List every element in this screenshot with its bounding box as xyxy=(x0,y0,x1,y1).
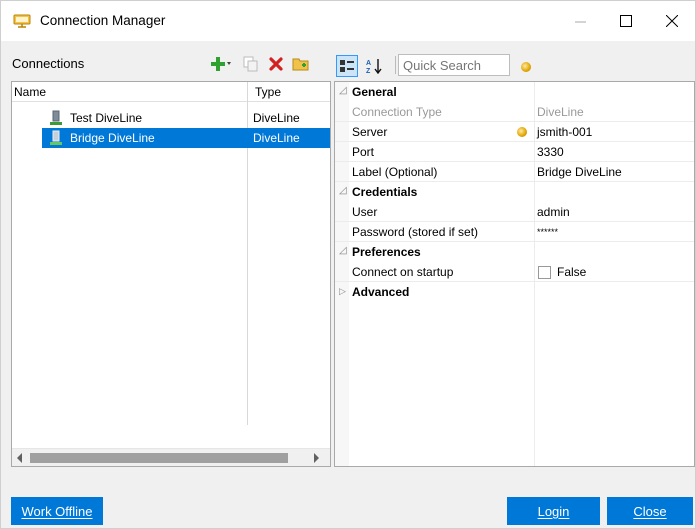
import-icon xyxy=(292,58,309,71)
property-value: DiveLine xyxy=(537,105,584,119)
scroll-left-icon[interactable] xyxy=(16,453,24,463)
property-password[interactable]: Password (stored if set) ****** xyxy=(335,222,694,242)
login-label: Login xyxy=(537,503,570,519)
svg-text:A: A xyxy=(366,60,371,67)
login-button[interactable]: Login xyxy=(507,497,600,525)
property-name: Connection Type xyxy=(352,105,442,119)
property-label[interactable]: Label (Optional) Bridge DiveLine xyxy=(335,162,694,182)
connection-type: DiveLine xyxy=(253,111,300,125)
property-value[interactable]: jsmith-001 xyxy=(537,125,592,139)
minimize-icon xyxy=(574,21,586,22)
property-name: Port xyxy=(352,145,375,159)
column-type[interactable]: Type xyxy=(255,85,281,99)
close-label: Close xyxy=(633,503,667,519)
property-value[interactable]: 3330 xyxy=(537,145,564,159)
property-grid: ◿ General Connection Type DiveLine Serve… xyxy=(334,81,695,467)
property-value[interactable]: Bridge DiveLine xyxy=(537,165,622,179)
category-advanced[interactable]: ▷ Advanced xyxy=(335,282,694,302)
sort-az-icon: A Z xyxy=(366,59,382,74)
close-icon xyxy=(666,15,678,27)
work-offline-button[interactable]: Work Offline xyxy=(11,497,103,525)
categorized-view-button[interactable] xyxy=(336,55,358,77)
category-credentials[interactable]: ◿ Credentials xyxy=(335,182,694,202)
property-name: User xyxy=(352,205,378,219)
connections-title: Connections xyxy=(12,56,85,71)
connection-name: Test DiveLine xyxy=(70,111,143,125)
connection-row-bridge-diveline[interactable]: Bridge DiveLine DiveLine xyxy=(12,128,330,148)
property-name: Password (stored if set) xyxy=(352,225,479,239)
category-preferences[interactable]: ◿ Preferences xyxy=(335,242,694,262)
property-connection-type[interactable]: Connection Type DiveLine xyxy=(335,102,694,122)
expand-icon[interactable]: ▷ xyxy=(339,286,346,297)
toolbar-separator xyxy=(395,56,396,74)
category-general[interactable]: ◿ General xyxy=(335,82,694,102)
delete-icon xyxy=(269,57,283,71)
svg-text:Z: Z xyxy=(366,68,371,74)
property-connect-on-startup[interactable]: Connect on startup False xyxy=(335,262,694,282)
scroll-right-icon[interactable] xyxy=(312,453,320,463)
properties-toolbar: A Z xyxy=(334,51,695,79)
delete-connection-button[interactable] xyxy=(267,55,285,73)
property-port[interactable]: Port 3330 xyxy=(335,142,694,162)
property-user[interactable]: User admin xyxy=(335,202,694,222)
property-name: Server xyxy=(352,125,388,139)
horizontal-scrollbar[interactable] xyxy=(12,448,330,466)
copy-icon xyxy=(243,56,258,72)
window-title: Connection Manager xyxy=(40,13,166,28)
property-name: Connect on startup xyxy=(352,265,454,279)
connections-list: Name Type Test DiveLine DiveLine Bridge … xyxy=(11,81,331,467)
add-connection-button[interactable] xyxy=(209,55,233,73)
connect-on-startup-checkbox[interactable] xyxy=(538,266,551,279)
collapse-icon[interactable]: ◿ xyxy=(339,245,347,256)
property-value[interactable]: ****** xyxy=(537,227,558,237)
category-label: General xyxy=(352,85,397,99)
connection-name: Bridge DiveLine xyxy=(70,131,155,145)
connection-row-test-diveline[interactable]: Test DiveLine DiveLine xyxy=(12,108,330,128)
list-header: Name Type xyxy=(12,82,330,102)
collapse-icon[interactable]: ◿ xyxy=(339,185,347,196)
close-button[interactable]: Close xyxy=(607,497,693,525)
status-dot-icon xyxy=(517,127,527,137)
maximize-button[interactable] xyxy=(603,1,649,41)
add-icon xyxy=(211,57,231,71)
quick-search-input[interactable] xyxy=(398,54,510,76)
copy-connection-button[interactable] xyxy=(242,55,260,73)
connections-panel: Connections Name Type Test DiveLine Dive… xyxy=(11,51,331,467)
work-offline-label: Work Offline xyxy=(21,503,93,519)
status-dot-icon xyxy=(521,62,531,72)
category-label: Advanced xyxy=(352,285,410,299)
properties-panel: A Z ◿ General Connection Type DiveLine xyxy=(334,51,695,467)
collapse-icon[interactable]: ◿ xyxy=(339,85,347,96)
import-connection-button[interactable] xyxy=(291,55,311,73)
maximize-icon xyxy=(620,15,632,27)
scrollbar-thumb[interactable] xyxy=(30,453,288,463)
title-bar: Connection Manager xyxy=(1,1,695,41)
categorized-icon xyxy=(340,60,354,72)
category-label: Credentials xyxy=(352,185,418,199)
column-name[interactable]: Name xyxy=(14,85,46,99)
category-label: Preferences xyxy=(352,245,421,259)
property-value: False xyxy=(557,265,587,279)
server-icon xyxy=(50,130,62,145)
minimize-button[interactable] xyxy=(557,1,603,41)
property-value[interactable]: admin xyxy=(537,205,570,219)
server-icon xyxy=(50,110,62,125)
alphabetical-view-button[interactable]: A Z xyxy=(364,55,386,77)
app-icon xyxy=(13,14,31,28)
connection-manager-window: Connection Manager Connections Name Type… xyxy=(0,0,696,529)
connection-type: DiveLine xyxy=(253,131,300,145)
connections-header: Connections xyxy=(11,51,331,77)
property-name: Label (Optional) xyxy=(352,165,438,179)
property-server[interactable]: Server jsmith-001 xyxy=(335,122,694,142)
close-window-button[interactable] xyxy=(649,1,695,41)
